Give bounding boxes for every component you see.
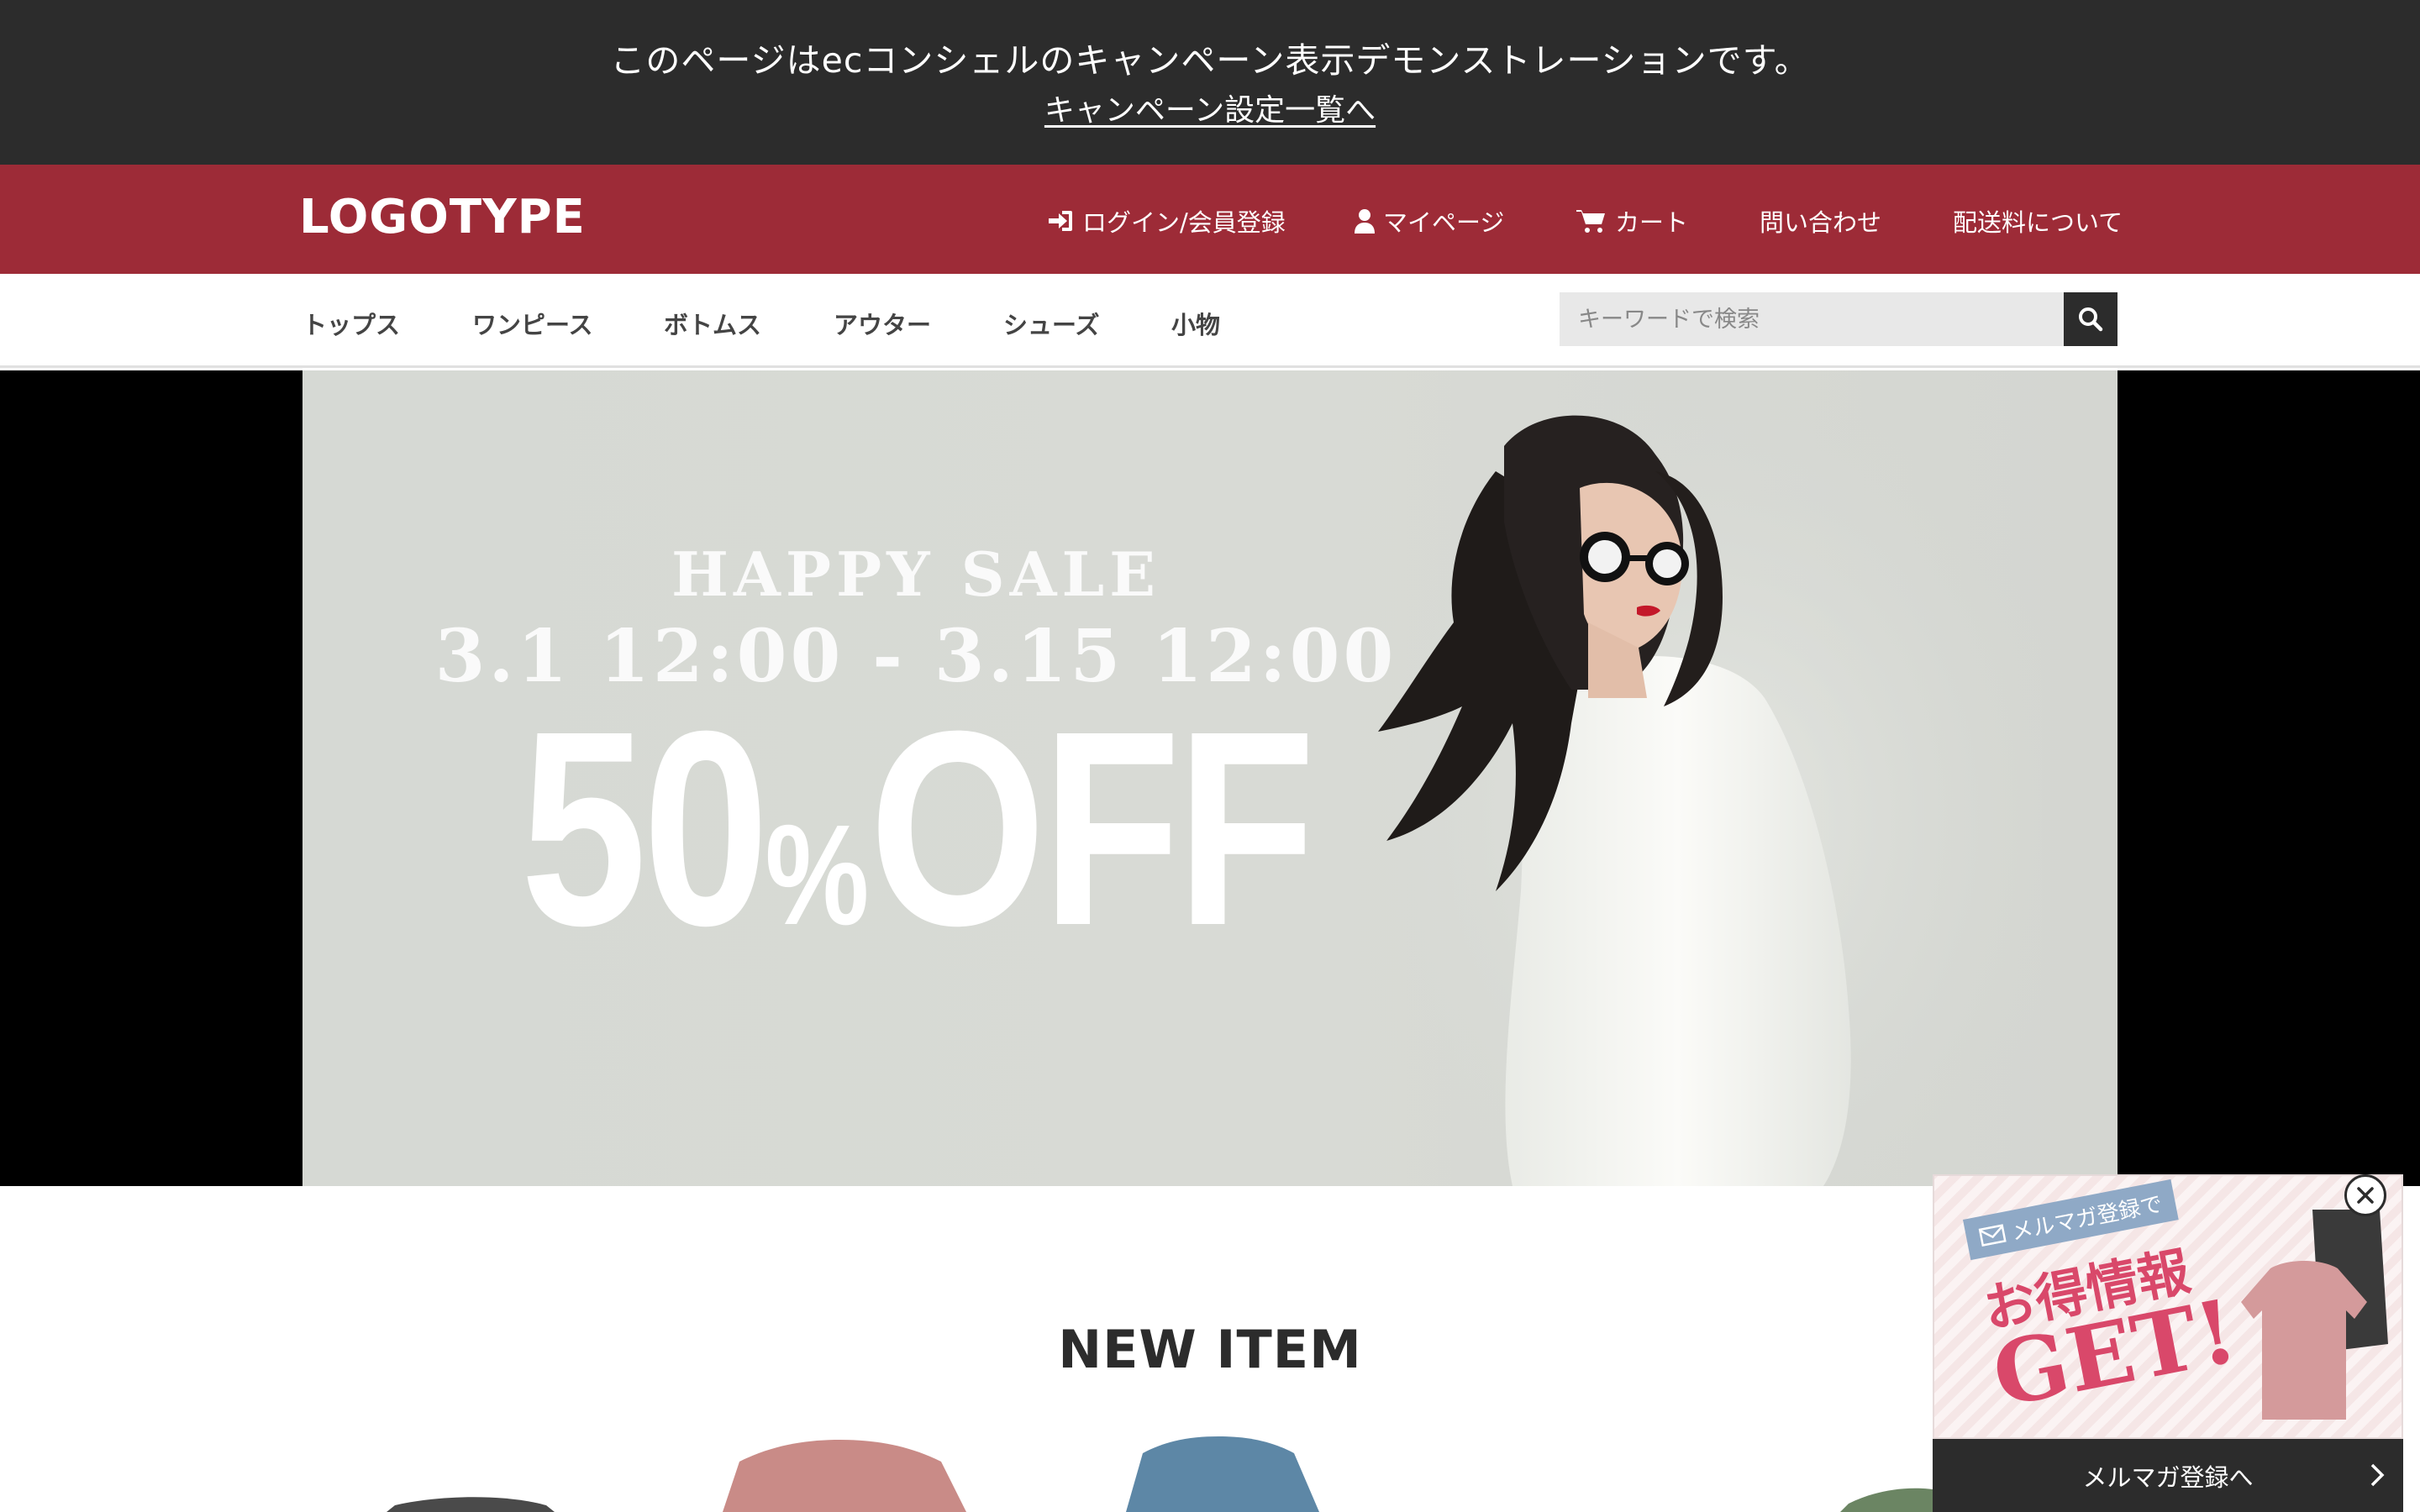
hero-discount-number: 50 [520,673,769,983]
site-header: LOGOTYPE ログイン/会員登録 マイページ カート 問い合わせ 配送料につ… [0,165,2420,274]
mypage-label: マイページ [1383,208,1505,237]
category-shoes[interactable]: シューズ [1003,306,1100,341]
category-nav: トップス ワンピース ボトムス アウター シューズ 小物 [0,274,2420,368]
model-photo [1370,370,2042,1186]
login-register-label: ログイン/会員登録 [1082,208,1286,237]
clothing-illustration [2241,1210,2388,1420]
cart-icon [1576,210,1605,233]
hero-headline: HAPPY SALE [671,538,1160,610]
search-input[interactable] [1560,292,2064,346]
cart-link[interactable]: カート [1576,203,1688,239]
contact-label: 問い合わせ [1760,208,1882,237]
hero-discount-word: OFF [869,673,1315,983]
chevron-right-icon [2370,1463,2385,1487]
login-icon [1049,211,1072,231]
shipping-info-link[interactable]: 配送料について [1953,203,2123,239]
newsletter-signup-button[interactable]: メルマガ登録へ [1933,1439,2403,1512]
search-icon [2079,307,2103,332]
category-outer[interactable]: アウター [834,306,931,341]
newsletter-card[interactable]: メルマガ登録で お得情報 GET! メルマガ登録へ [1933,1174,2403,1512]
popup-close-button[interactable] [2344,1174,2386,1216]
hero-discount: 50%OFF [413,690,1418,967]
close-icon [2357,1187,2374,1204]
hero-banner[interactable]: HAPPY SALE 3.1 12:00 - 3.15 12:00 50%OFF [0,370,2420,1186]
category-onepiece[interactable]: ワンピース [472,306,593,341]
newsletter-signup-label: メルマガ登録へ [2082,1462,2254,1492]
user-icon [1355,209,1375,234]
newsletter-popup: メルマガ登録で お得情報 GET! メルマガ登録へ [1933,1174,2403,1512]
demo-banner-message: このページはecコンシェルのキャンペーン表示デモンストレーションです。 [610,40,1810,81]
logo[interactable]: LOGOTYPE [299,190,586,244]
contact-link[interactable]: 問い合わせ [1760,203,1881,239]
mypage-link[interactable]: マイページ [1355,203,1504,239]
category-accessories[interactable]: 小物 [1171,306,1220,341]
hero-discount-symbol: % [765,795,870,955]
hero-image: HAPPY SALE 3.1 12:00 - 3.15 12:00 50%OFF [302,370,2118,1186]
demo-banner: このページはecコンシェルのキャンペーン表示デモンストレーションです。 キャンペ… [0,0,2420,165]
search-button[interactable] [2064,292,2118,346]
newsletter-banner-image: メルマガ登録で お得情報 GET! [1933,1174,2403,1439]
category-bottoms[interactable]: ボトムス [664,306,761,341]
category-tops[interactable]: トップス [302,306,400,341]
shipping-info-label: 配送料について [1953,208,2123,237]
mail-icon [1978,1223,2007,1247]
cart-label: カート [1615,208,1689,237]
search-box [1560,292,2118,346]
campaign-settings-link[interactable]: キャンペーン設定一覧へ [1044,93,1376,128]
login-register-link[interactable]: ログイン/会員登録 [1047,203,1286,239]
